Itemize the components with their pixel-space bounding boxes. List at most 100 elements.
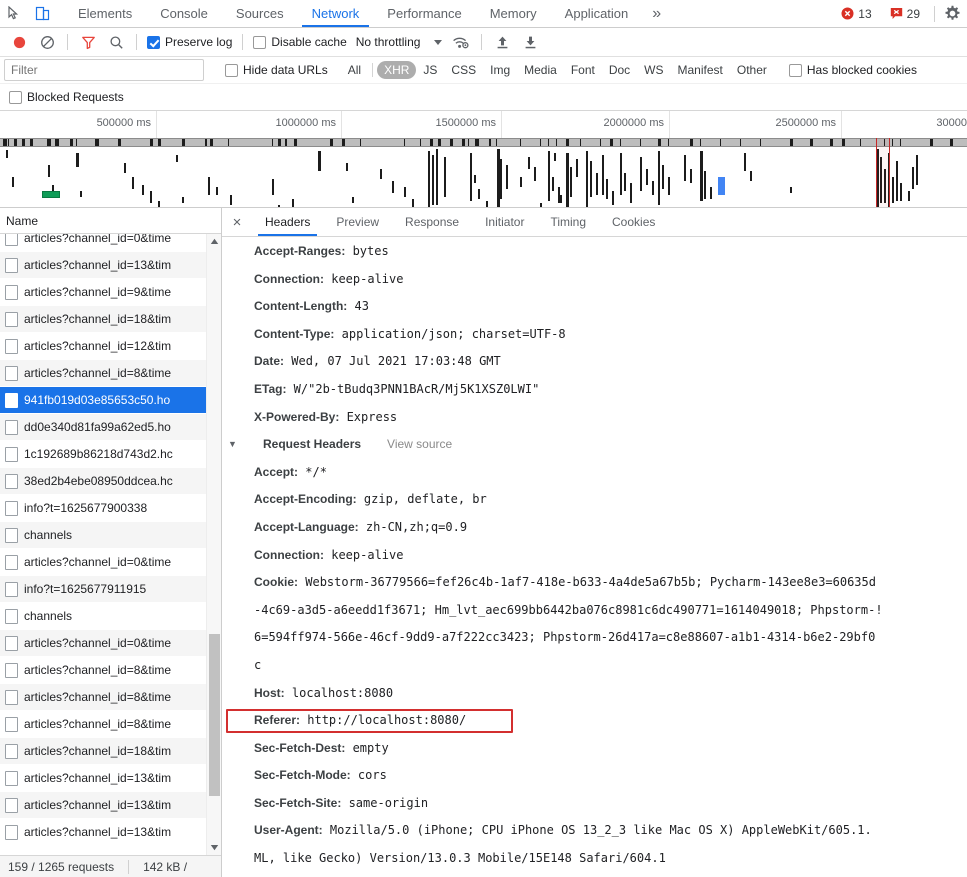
- preserve-log-checkbox[interactable]: Preserve log: [144, 35, 235, 49]
- filter-type-all[interactable]: All: [341, 61, 368, 79]
- request-row[interactable]: info?t=1625677900338: [0, 495, 221, 522]
- filter-types-divider: [372, 63, 374, 77]
- view-source-link[interactable]: View source: [387, 431, 452, 459]
- scrollbar-thumb[interactable]: [209, 634, 220, 796]
- request-row[interactable]: articles?channel_id=13&tim: [0, 765, 221, 792]
- request-row-name: articles?channel_id=18&tim: [24, 312, 172, 326]
- tab-headers[interactable]: Headers: [252, 208, 323, 236]
- header-key: Accept-Language:: [254, 519, 359, 534]
- error-count-badge[interactable]: 13: [835, 5, 879, 23]
- wifi-settings-icon[interactable]: [448, 30, 474, 54]
- tab-response[interactable]: Response: [392, 208, 472, 236]
- request-row[interactable]: articles?channel_id=0&time: [0, 234, 221, 252]
- filter-funnel-icon[interactable]: [75, 30, 101, 54]
- blocked-requests-checkbox[interactable]: Blocked Requests: [6, 90, 127, 104]
- filter-type-css[interactable]: CSS: [444, 61, 483, 79]
- devtools-window: Elements Console Sources Network Perform…: [0, 0, 967, 877]
- request-row[interactable]: channels: [0, 603, 221, 630]
- hide-data-urls-checkbox[interactable]: Hide data URLs: [222, 63, 331, 77]
- inspect-element-icon[interactable]: [0, 0, 28, 27]
- request-row[interactable]: articles?channel_id=18&tim: [0, 738, 221, 765]
- request-row[interactable]: articles?channel_id=12&tim: [0, 333, 221, 360]
- request-row[interactable]: articles?channel_id=8&time: [0, 684, 221, 711]
- request-list-body[interactable]: articles?channel_id=0&time articles?chann…: [0, 234, 221, 855]
- settings-gear-icon[interactable]: [939, 5, 965, 22]
- request-row[interactable]: 941fb019d03e85653c50.ho: [0, 387, 221, 414]
- request-row[interactable]: articles?channel_id=9&time: [0, 279, 221, 306]
- request-row[interactable]: 38ed2b4ebe08950ddcea.hc: [0, 468, 221, 495]
- triangle-down-icon[interactable]: ▼: [228, 431, 237, 459]
- throttling-value: No throttling: [355, 35, 421, 49]
- has-blocked-cookies-checkbox[interactable]: Has blocked cookies: [786, 63, 920, 77]
- request-row[interactable]: articles?channel_id=18&tim: [0, 306, 221, 333]
- toolbar-separator-3: [242, 34, 244, 50]
- has-blocked-cookies-box[interactable]: [788, 63, 802, 77]
- response-header-line: Content-Length: 43: [222, 293, 967, 321]
- toolbar-separator-1: [67, 34, 68, 50]
- throttling-dropdown[interactable]: No throttling: [352, 35, 447, 49]
- filter-type-doc[interactable]: Doc: [602, 61, 637, 79]
- device-toolbar-icon[interactable]: [28, 0, 56, 27]
- network-overview-timeline[interactable]: 500000 ms 1000000 ms 1500000 ms 2000000 …: [0, 111, 967, 208]
- preserve-log-box[interactable]: [147, 35, 160, 49]
- tab-sources[interactable]: Sources: [222, 0, 298, 27]
- scroll-down-arrow-icon[interactable]: [207, 840, 221, 855]
- tab-cookies[interactable]: Cookies: [599, 208, 668, 236]
- disable-cache-checkbox[interactable]: Disable cache: [250, 35, 349, 49]
- record-button[interactable]: [6, 30, 32, 54]
- filter-type-ws[interactable]: WS: [637, 61, 670, 79]
- tab-timing[interactable]: Timing: [537, 208, 599, 236]
- request-row[interactable]: articles?channel_id=13&tim: [0, 792, 221, 819]
- upload-arrow-icon[interactable]: [489, 30, 515, 54]
- close-icon[interactable]: ×: [222, 208, 252, 236]
- disable-cache-box[interactable]: [253, 35, 267, 49]
- blocked-requests-box[interactable]: [9, 90, 22, 104]
- tab-network[interactable]: Network: [298, 0, 374, 27]
- request-row[interactable]: articles?channel_id=0&time: [0, 630, 221, 657]
- download-arrow-icon[interactable]: [517, 30, 543, 54]
- tab-memory[interactable]: Memory: [476, 0, 551, 27]
- search-icon[interactable]: [103, 30, 129, 54]
- warning-count-badge[interactable]: 29: [884, 5, 928, 23]
- headers-scroll-area[interactable]: Accept-Ranges: bytes Connection: keep-ali…: [222, 237, 967, 877]
- filter-type-media[interactable]: Media: [517, 61, 564, 79]
- tab-console[interactable]: Console: [146, 0, 222, 27]
- tab-initiator[interactable]: Initiator: [472, 208, 537, 236]
- request-row[interactable]: info?t=1625677911915: [0, 576, 221, 603]
- header-key: Sec-Fetch-Mode:: [254, 768, 351, 783]
- request-row[interactable]: 1c192689b86218d743d2.hc: [0, 441, 221, 468]
- filter-type-js-label: JS: [423, 63, 438, 77]
- tab-preview[interactable]: Preview: [323, 208, 392, 236]
- hide-data-urls-label: Hide data URLs: [243, 63, 328, 77]
- tab-performance[interactable]: Performance: [373, 0, 475, 27]
- scroll-up-arrow-icon[interactable]: [207, 234, 221, 249]
- request-row[interactable]: channels: [0, 522, 221, 549]
- request-list-scrollbar[interactable]: [206, 234, 221, 855]
- request-row[interactable]: dd0e340d81fa99a62ed5.ho: [0, 414, 221, 441]
- filter-type-manifest[interactable]: Manifest: [671, 61, 730, 79]
- clear-button[interactable]: [34, 30, 60, 54]
- toolbar-separator-4: [481, 34, 483, 50]
- filter-type-js[interactable]: JS: [416, 61, 444, 79]
- request-list-header[interactable]: Name: [0, 208, 221, 234]
- overview-selection-window[interactable]: [876, 138, 890, 207]
- request-header-line-cookie: Cookie: Webstorm-36779566=fef26c4b-1af7-…: [222, 569, 967, 597]
- more-tabs-chevron-icon[interactable]: »: [642, 0, 671, 27]
- filter-type-font-label: Font: [570, 63, 595, 77]
- request-row[interactable]: articles?channel_id=8&time: [0, 711, 221, 738]
- filter-type-xhr[interactable]: XHR: [377, 61, 417, 79]
- request-row[interactable]: articles?channel_id=8&time: [0, 657, 221, 684]
- hide-data-urls-box[interactable]: [225, 63, 238, 77]
- request-row[interactable]: articles?channel_id=13&tim: [0, 252, 221, 279]
- request-row[interactable]: articles?channel_id=0&time: [0, 549, 221, 576]
- request-headers-section-title[interactable]: ▼ Request Headers View source: [222, 431, 967, 459]
- filter-type-img[interactable]: Img: [483, 61, 517, 79]
- request-row[interactable]: articles?channel_id=13&tim: [0, 819, 221, 846]
- tab-elements[interactable]: Elements: [64, 0, 146, 27]
- tab-application[interactable]: Application: [551, 0, 643, 27]
- filter-type-font[interactable]: Font: [564, 61, 602, 79]
- filter-type-other[interactable]: Other: [730, 61, 774, 79]
- header-value: http://localhost:8080/: [300, 713, 467, 728]
- request-row[interactable]: articles?channel_id=8&time: [0, 360, 221, 387]
- filter-input[interactable]: [4, 59, 204, 81]
